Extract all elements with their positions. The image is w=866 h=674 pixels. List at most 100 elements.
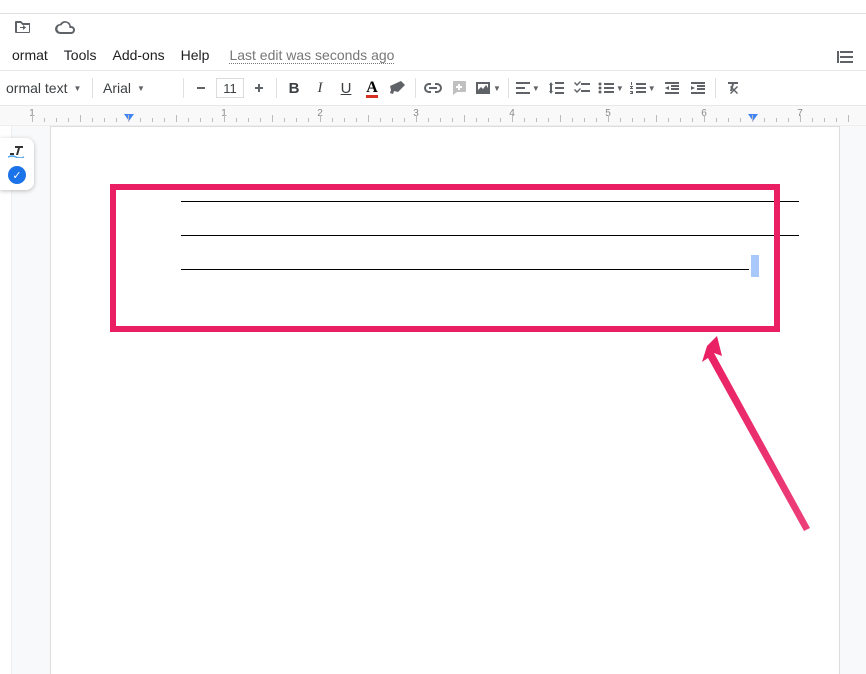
ruler-tick [68, 118, 69, 122]
ruler-tick [356, 118, 357, 122]
decrease-font-size-button[interactable] [188, 75, 214, 101]
ruler-tick [260, 118, 261, 122]
highlight-color-button[interactable] [385, 75, 411, 101]
document-canvas[interactable] [12, 126, 866, 674]
menu-help[interactable]: Help [173, 43, 218, 67]
ruler-tick [332, 118, 333, 122]
last-edit-link[interactable]: Last edit was seconds ago [229, 47, 394, 64]
right-indent-marker[interactable] [748, 114, 758, 121]
menu-addons[interactable]: Add-ons [104, 43, 172, 67]
underscore-line [181, 269, 749, 270]
decrease-indent-button[interactable] [659, 75, 685, 101]
ruler-tick [308, 118, 309, 122]
paragraph-style-select[interactable]: ormal text ▼ [4, 80, 88, 96]
chevron-down-icon: ▼ [648, 84, 656, 93]
ruler-tick [764, 118, 765, 122]
font-family-label: Arial [103, 80, 131, 96]
languagetool-badge[interactable]: ✓ [0, 138, 34, 190]
ruler-tick [692, 118, 693, 122]
toolbar-separator [415, 78, 416, 98]
ruler-tick [116, 118, 117, 122]
ruler-tick [224, 115, 225, 122]
ruler-tick [404, 118, 405, 122]
move-to-folder-icon[interactable] [10, 14, 36, 40]
menubar: ormat Tools Add-ons Help Last edit was s… [0, 40, 866, 70]
ruler-tick [188, 118, 189, 122]
italic-button[interactable]: I [307, 75, 333, 101]
insert-image-button[interactable]: ▼ [472, 75, 504, 101]
ruler-tick [428, 118, 429, 122]
ruler-tick [344, 118, 345, 122]
add-comment-button[interactable] [446, 75, 472, 101]
toolbar-separator [276, 78, 277, 98]
check-icon: ✓ [8, 166, 26, 184]
ruler-tick [668, 118, 669, 122]
ruler-tick [488, 118, 489, 122]
font-family-select[interactable]: Arial ▼ [97, 80, 179, 96]
ruler-tick [164, 118, 165, 122]
ruler-tick [296, 118, 297, 122]
paragraph-style-label: ormal text [6, 80, 67, 96]
ruler-tick [320, 115, 321, 122]
insert-link-button[interactable] [420, 75, 446, 101]
ruler-tick [836, 118, 837, 122]
underscore-line [181, 201, 799, 202]
menu-format[interactable]: ormat [4, 43, 56, 67]
text-cursor [751, 255, 759, 277]
ruler-tick [548, 118, 549, 122]
toolbar-separator [92, 78, 93, 98]
ruler-tick [812, 118, 813, 122]
bold-button[interactable]: B [281, 75, 307, 101]
ruler-tick [800, 115, 801, 122]
ruler-tick [728, 118, 729, 122]
ruler-tick [440, 118, 441, 122]
increase-font-size-button[interactable] [246, 75, 272, 101]
font-size-group [188, 75, 272, 101]
ruler-tick [416, 115, 417, 122]
ruler-tick [824, 118, 825, 122]
ruler-tick [620, 118, 621, 122]
workspace [0, 126, 866, 674]
clear-formatting-button[interactable] [720, 75, 746, 101]
ruler-tick [236, 118, 237, 122]
cloud-status-icon[interactable] [52, 14, 78, 40]
horizontal-ruler[interactable]: 1 1 2 3 4 5 6 7 [0, 106, 866, 126]
font-size-input[interactable] [216, 78, 244, 98]
ruler-tick [128, 115, 129, 122]
window-titlebar [0, 0, 866, 14]
ruler-tick [248, 118, 249, 122]
ruler-tick [656, 115, 657, 122]
checklist-button[interactable] [569, 75, 595, 101]
text-color-icon: A [366, 79, 378, 97]
hide-menus-icon[interactable] [832, 44, 858, 70]
toolbar-separator [715, 78, 716, 98]
line-spacing-button[interactable] [543, 75, 569, 101]
text-color-button[interactable]: A [359, 75, 385, 101]
ruler-tick [212, 118, 213, 122]
ruler-tick [644, 118, 645, 122]
toolbar-separator [508, 78, 509, 98]
document-page[interactable] [50, 126, 840, 674]
numbered-list-button[interactable]: ▼ [627, 75, 659, 101]
toolbar-separator [183, 78, 184, 98]
outline-gutter [0, 126, 12, 674]
increase-indent-button[interactable] [685, 75, 711, 101]
ruler-tick [464, 115, 465, 122]
languagetool-icon [8, 144, 26, 158]
align-button[interactable]: ▼ [513, 75, 543, 101]
title-icon-row [0, 14, 866, 40]
chevron-down-icon: ▼ [137, 84, 145, 93]
menu-tools[interactable]: Tools [56, 43, 105, 67]
ruler-tick [452, 118, 453, 122]
underline-button[interactable]: U [333, 75, 359, 101]
ruler-tick [44, 118, 45, 122]
ruler-tick [80, 115, 81, 122]
chevron-down-icon: ▼ [532, 84, 540, 93]
left-indent-marker[interactable] [124, 114, 134, 121]
ruler-tick [368, 115, 369, 122]
ruler-tick [608, 115, 609, 122]
ruler-tick [596, 118, 597, 122]
ruler-tick [392, 118, 393, 122]
bulleted-list-button[interactable]: ▼ [595, 75, 627, 101]
ruler-tick [704, 115, 705, 122]
